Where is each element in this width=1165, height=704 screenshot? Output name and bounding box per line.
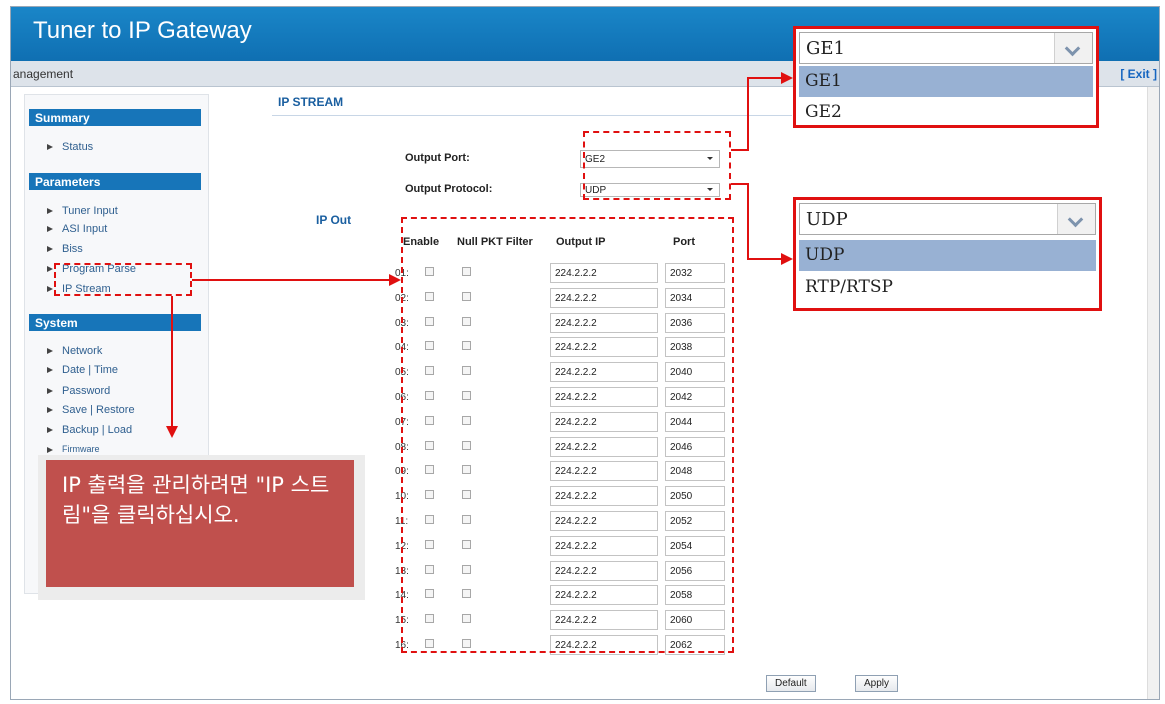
- sidebar-item-label: Backup | Load: [62, 424, 133, 436]
- chevron-down-icon[interactable]: [1057, 204, 1095, 234]
- connector-line: [747, 258, 782, 260]
- chevron-down-icon[interactable]: [1054, 33, 1092, 63]
- sidebar-item-label: Tuner Input: [62, 205, 118, 217]
- output-port-label: Output Port:: [405, 152, 470, 164]
- sidebar-item-label: Password: [62, 385, 111, 397]
- sidebar-item-label: Date | Time: [62, 364, 119, 376]
- sidebar-item-tuner-input[interactable]: Tuner Input: [47, 205, 118, 217]
- output-protocol-popup: UDP UDP RTP/RTSP: [793, 197, 1102, 311]
- sidebar-item-network[interactable]: Network: [47, 345, 102, 357]
- popup-select[interactable]: GE1: [799, 32, 1093, 64]
- popup-current-value: GE1: [806, 38, 845, 59]
- ip-stream-highlight: [54, 263, 192, 296]
- arrow-right-icon: [781, 72, 793, 84]
- triangle-right-icon: [47, 226, 53, 233]
- triangle-right-icon: [47, 388, 53, 395]
- ip-out-label: IP Out: [316, 213, 352, 227]
- option-ge1[interactable]: GE1: [799, 66, 1093, 97]
- triangle-right-icon: [47, 367, 53, 374]
- sidebar-item-date-time[interactable]: Date | Time: [47, 364, 118, 376]
- option-ge2[interactable]: GE2: [799, 97, 1093, 128]
- sidebar-item-save-restore[interactable]: Save | Restore: [47, 404, 135, 416]
- sidebar-item-label: Biss: [62, 243, 83, 255]
- arrow-down-icon: [166, 426, 178, 438]
- app-title: Tuner to IP Gateway: [33, 17, 252, 44]
- sidebar-item-status[interactable]: Status: [47, 141, 93, 153]
- sidebar-item-firmware[interactable]: Firmware: [47, 444, 100, 454]
- connector-line: [747, 77, 782, 79]
- sidebar-group-parameters: Parameters: [29, 173, 201, 190]
- instruction-callout: IP 출력을 관리하려면 "IP 스트림"을 클릭하십시오.: [46, 460, 354, 587]
- option-rtp-rtsp[interactable]: RTP/RTSP: [799, 272, 1096, 303]
- callout-shadow: IP 출력을 관리하려면 "IP 스트림"을 클릭하십시오.: [38, 455, 365, 600]
- output-protocol-label: Output Protocol:: [405, 183, 493, 195]
- sidebar-group-summary: Summary: [29, 109, 201, 126]
- sidebar-item-label: Network: [62, 345, 103, 357]
- output-settings-highlight: [583, 131, 731, 200]
- sidebar-item-biss[interactable]: Biss: [47, 243, 83, 255]
- triangle-right-icon: [47, 246, 53, 253]
- triangle-right-icon: [47, 348, 53, 355]
- section-divider: [272, 115, 792, 116]
- sidebar-item-asi-input[interactable]: ASI Input: [47, 223, 107, 235]
- triangle-right-icon: [47, 407, 53, 414]
- arrow-right-icon: [389, 274, 401, 286]
- connector-line: [747, 183, 749, 259]
- triangle-right-icon: [47, 266, 53, 273]
- default-button[interactable]: Default: [766, 675, 816, 692]
- popup-select[interactable]: UDP: [799, 203, 1096, 235]
- connector-line: [192, 279, 390, 281]
- sidebar-item-password[interactable]: Password: [47, 385, 110, 397]
- popup-current-value: UDP: [806, 209, 848, 230]
- ip-out-table-highlight: [401, 217, 734, 653]
- triangle-right-icon: [47, 286, 53, 293]
- connector-line: [747, 77, 749, 151]
- sidebar-item-label: ASI Input: [62, 223, 108, 235]
- apply-button[interactable]: Apply: [855, 675, 899, 692]
- triangle-right-icon: [47, 446, 53, 453]
- sidebar-item-label: Save | Restore: [62, 404, 135, 416]
- sidebar-item-label: Status: [62, 141, 94, 153]
- connector-line: [171, 296, 173, 428]
- sidebar-item-label: Firmware: [62, 444, 100, 454]
- option-udp[interactable]: UDP: [799, 240, 1096, 271]
- sidebar-item-backup-load[interactable]: Backup | Load: [47, 424, 132, 436]
- triangle-right-icon: [47, 427, 53, 434]
- triangle-right-icon: [47, 208, 53, 215]
- triangle-right-icon: [47, 144, 53, 151]
- sidebar-group-system: System: [29, 314, 201, 331]
- exit-link[interactable]: [ Exit ]: [1120, 67, 1157, 81]
- section-title: IP STREAM: [278, 95, 344, 109]
- page-scrollbar[interactable]: [1147, 87, 1159, 699]
- arrow-right-icon: [781, 253, 793, 265]
- output-port-popup: GE1 GE1 GE2: [793, 26, 1099, 128]
- management-label: anagement: [13, 67, 74, 81]
